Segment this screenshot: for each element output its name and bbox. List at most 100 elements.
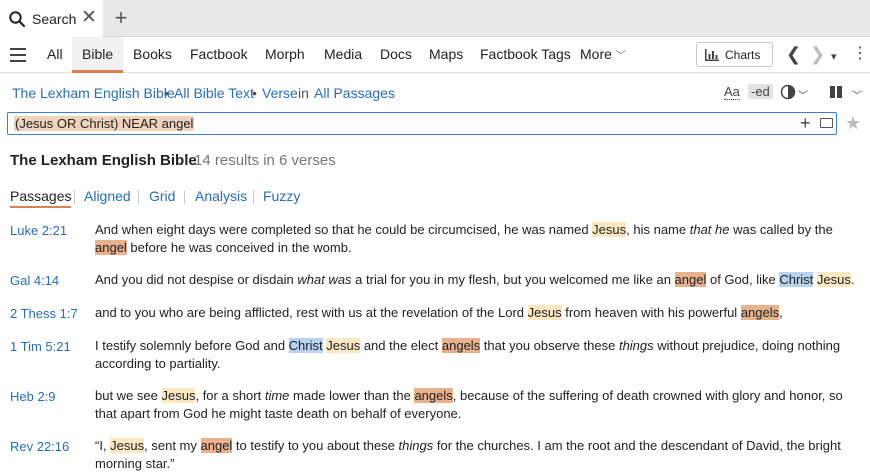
tab-label: Search [32,10,77,27]
verse-text: to testify to you about these [232,438,399,453]
verse-text: , his name [626,222,690,237]
search-query-text: (Jesus OR Christ) NEAR angel [14,116,195,131]
charts-button[interactable]: Charts [696,42,773,67]
close-icon[interactable]: ✕ [80,8,98,28]
verse-text: And you did not despise or disdain [95,272,298,287]
crumb-bible[interactable]: The Lexham English Bible [12,85,175,101]
crumb-scope[interactable]: All Bible Text [174,85,254,101]
passage-text: “I, Jesus, sent my angel to testify to y… [95,437,860,473]
search-hit-jesus[interactable]: Jesus [110,438,145,453]
verse-text: , [779,305,783,320]
crumb-passages[interactable]: All Passages [314,85,395,101]
nav-more[interactable]: More ﹀ [580,37,626,73]
results-count: 14 results in 6 verses [194,152,336,169]
columns-icon[interactable] [830,85,844,99]
passage-reference[interactable]: 1 Tim 5:21 [10,339,71,354]
passage-text: but we see Jesus, for a short time made … [95,387,860,423]
tab-divider [74,190,75,204]
tab-aligned[interactable]: Aligned [84,188,131,204]
resource-type-nav: All Bible Books Factbook Morph Media Doc… [0,37,870,73]
verse-text: . [850,272,855,287]
verse-text: made lower than the [289,388,415,403]
passage-text: and to you who are being afflicted, rest… [95,304,860,322]
history-dropdown-icon[interactable]: ▾ [831,48,837,66]
nav-bible[interactable]: Bible [72,37,124,73]
tab-divider [138,190,139,204]
passage-reference[interactable]: Gal 4:14 [10,273,59,288]
breadcrumb: The Lexham English Bible • All Bible Tex… [0,80,870,108]
nav-media[interactable]: Media [324,37,362,73]
verse-text: from heaven with his powerful [561,305,741,320]
nav-more-label: More [580,46,612,62]
crumb-separator: • [252,85,257,101]
chevron-down-icon[interactable]: ﹀ [798,87,808,102]
tab-fuzzy[interactable]: Fuzzy [263,188,300,204]
verse-text: but we see [95,388,162,403]
search-hit-jesus[interactable]: Jesus [326,338,361,353]
chevron-down-icon[interactable]: ﹀ [852,87,862,102]
italic-text: what was [297,272,352,287]
verse-text: I testify solemnly before God and [95,338,289,353]
search-hit-angel[interactable]: angels [740,305,780,320]
keyboard-icon[interactable] [820,118,833,128]
back-arrow-icon[interactable]: ❮ [786,45,801,63]
passage-reference[interactable]: Luke 2:21 [10,223,67,238]
add-tab-icon[interactable]: + [111,6,131,30]
search-hit-jesus[interactable]: Jesus [161,388,196,403]
verse-text: a trial for you in my flesh, but you wel… [351,272,675,287]
nav-morph[interactable]: Morph [265,37,305,73]
tab-passages[interactable]: Passages [10,188,72,208]
tab-analysis[interactable]: Analysis [195,188,247,204]
passage-reference[interactable]: Rev 22:16 [10,439,69,454]
search-hit-angel[interactable]: angel [95,240,127,255]
search-hit-christ[interactable]: Christ [288,338,323,353]
chevron-down-icon: ﹀ [615,51,626,62]
passage-text: And you did not despise or disdain what … [95,271,860,289]
verse-text: and the elect [360,338,442,353]
search-hit-jesus[interactable]: Jesus [592,222,627,237]
add-search-term-icon[interactable]: + [800,113,811,133]
search-hit-jesus[interactable]: Jesus [816,272,851,287]
verse-text: And when eight days were completed so th… [95,222,593,237]
nav-factbook[interactable]: Factbook [190,37,248,73]
nav-docs[interactable]: Docs [380,37,412,73]
star-icon[interactable]: ★ [845,113,861,133]
tab-grid[interactable]: Grid [149,188,175,204]
search-icon [9,10,26,27]
nav-maps[interactable]: Maps [429,37,463,73]
inflection-icon[interactable]: -ed [748,84,773,99]
tab-divider [184,190,185,204]
nav-books[interactable]: Books [133,37,172,73]
text-size-icon[interactable]: Aa [724,84,740,100]
search-hit-angel[interactable]: angel [200,438,233,453]
passage-reference[interactable]: Heb 2:9 [10,389,56,404]
verse-text: before he was conceived in the womb. [126,240,352,255]
tab-strip: Search ✕ + [0,0,870,37]
forward-arrow-icon[interactable]: ❯ [810,45,825,63]
italic-text: things [618,338,654,353]
nav-factbook-tags[interactable]: Factbook Tags [480,37,571,73]
verse-text: , sent my [144,438,201,453]
italic-text: that he [689,222,730,237]
search-input[interactable]: (Jesus OR Christ) NEAR angel + [7,112,837,135]
crumb-unit[interactable]: Verse [262,85,298,101]
crumb-in-label: in [298,85,309,101]
search-hit-jesus[interactable]: Jesus [527,305,562,320]
more-options-icon[interactable]: ⋮ [852,45,868,63]
highlight-style-icon[interactable] [780,84,796,100]
search-hit-angel[interactable]: angel [674,272,707,287]
passage-text: I testify solemnly before God and Christ… [95,337,860,373]
search-hit-angel[interactable]: angels [414,388,453,403]
italic-text: time [264,388,290,403]
nav-all[interactable]: All [47,37,63,73]
crumb-separator: • [164,85,169,101]
verse-text: was called by the [729,222,833,237]
charts-label: Charts [725,47,761,62]
tab-divider [253,190,254,204]
search-hit-angel[interactable]: angels [441,338,481,353]
verse-text: that you observe these [480,338,619,353]
results-title[interactable]: The Lexham English Bible [10,152,197,169]
menu-icon[interactable] [10,48,26,62]
search-hit-christ[interactable]: Christ [779,272,814,287]
passage-reference[interactable]: 2 Thess 1:7 [10,306,78,321]
